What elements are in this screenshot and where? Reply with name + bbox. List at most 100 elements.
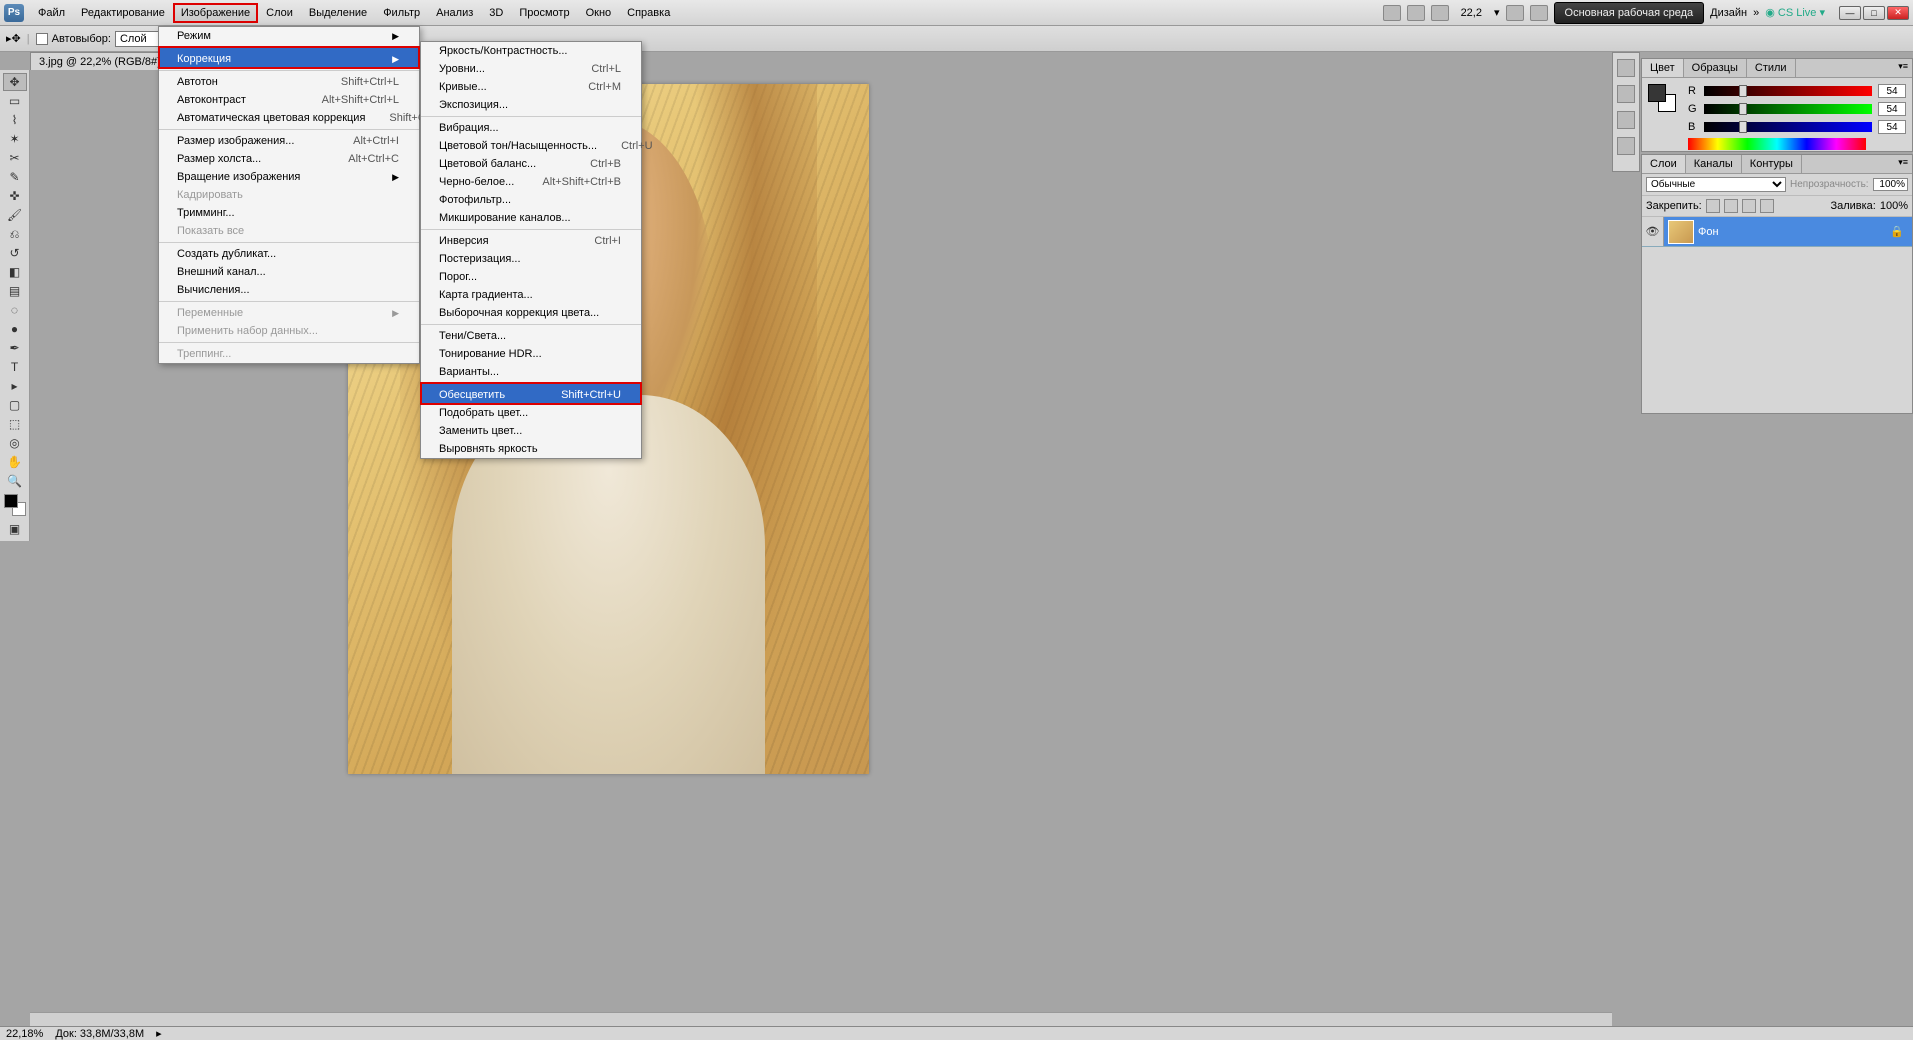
quick-select-tool[interactable]: ✶	[3, 130, 27, 148]
menu-item-подобрать-цвет-[interactable]: Подобрать цвет...	[421, 404, 641, 422]
g-slider[interactable]	[1704, 104, 1872, 114]
workspace-design-button[interactable]: Дизайн	[1710, 7, 1747, 19]
b-slider[interactable]	[1704, 122, 1872, 132]
menu-item-автоконтраст[interactable]: АвтоконтрастAlt+Shift+Ctrl+L	[159, 91, 419, 109]
minimize-icon[interactable]: —	[1839, 6, 1861, 20]
menu-item-постеризация-[interactable]: Постеризация...	[421, 250, 641, 268]
lock-transparent-icon[interactable]	[1706, 199, 1720, 213]
menu-window[interactable]: Окно	[578, 3, 620, 23]
menu-item-тримминг-[interactable]: Тримминг...	[159, 204, 419, 222]
screen-mode-icon[interactable]	[1530, 5, 1548, 21]
menu-item-размер-изображения-[interactable]: Размер изображения...Alt+Ctrl+I	[159, 129, 419, 150]
stamp-tool[interactable]: ⎌	[3, 225, 27, 243]
menu-item-вычисления-[interactable]: Вычисления...	[159, 281, 419, 299]
status-doc-size[interactable]: Док: 33,8M/33,8M	[55, 1028, 144, 1040]
tab-channels[interactable]: Каналы	[1686, 155, 1742, 173]
menu-item-порог-[interactable]: Порог...	[421, 268, 641, 286]
layer-visibility-icon[interactable]: 👁	[1642, 217, 1664, 246]
paragraph-panel-icon[interactable]	[1617, 137, 1635, 155]
panel-menu-icon[interactable]: ▾≡	[1898, 61, 1908, 72]
menu-file[interactable]: Файл	[30, 3, 73, 23]
menu-item-режим[interactable]: Режим▶	[159, 27, 419, 45]
menu-item-инверсия[interactable]: ИнверсияCtrl+I	[421, 229, 641, 250]
layers-panel-menu-icon[interactable]: ▾≡	[1898, 157, 1908, 168]
maximize-icon[interactable]: □	[1863, 6, 1885, 20]
lock-pixels-icon[interactable]	[1724, 199, 1738, 213]
tab-color[interactable]: Цвет	[1642, 59, 1684, 77]
panel-color-swatch[interactable]	[1648, 84, 1676, 112]
b-input[interactable]	[1878, 120, 1906, 134]
layer-thumbnail[interactable]	[1668, 220, 1694, 244]
shape-tool[interactable]: ▢	[3, 396, 27, 414]
spectrum-bar[interactable]	[1688, 138, 1866, 150]
menu-item-цветовой-баланс-[interactable]: Цветовой баланс...Ctrl+B	[421, 155, 641, 173]
workspace-more-icon[interactable]: »	[1753, 7, 1759, 19]
r-slider[interactable]	[1704, 86, 1872, 96]
menu-item-цветовой-тон-насыщенность-[interactable]: Цветовой тон/Насыщенность...Ctrl+U	[421, 137, 641, 155]
tab-swatches[interactable]: Образцы	[1684, 59, 1747, 77]
menu-item-создать-дубликат-[interactable]: Создать дубликат...	[159, 242, 419, 263]
horizontal-scrollbar[interactable]	[30, 1012, 1612, 1026]
3d-tool[interactable]: ⬚	[3, 415, 27, 433]
character-panel-icon[interactable]	[1617, 111, 1635, 129]
hand-tool[interactable]: ✋	[3, 453, 27, 471]
layer-row[interactable]: 👁 Фон 🔒	[1642, 217, 1912, 247]
properties-panel-icon[interactable]	[1617, 85, 1635, 103]
zoom-tool[interactable]: 🔍	[3, 472, 27, 490]
menu-item-кривые-[interactable]: Кривые...Ctrl+M	[421, 78, 641, 96]
menu-item-уровни-[interactable]: Уровни...Ctrl+L	[421, 60, 641, 78]
menu-item-обесцветить[interactable]: ОбесцветитьShift+Ctrl+U	[421, 383, 641, 404]
color-swatches[interactable]	[4, 494, 26, 516]
lasso-tool[interactable]: ⌇	[3, 111, 27, 129]
pen-tool[interactable]: ✒	[3, 339, 27, 357]
menu-select[interactable]: Выделение	[301, 3, 375, 23]
quick-mask-tool[interactable]: ▣	[3, 520, 27, 538]
arrange-icon[interactable]	[1506, 5, 1524, 21]
launch-bridge-icon[interactable]	[1383, 5, 1401, 21]
crop-tool[interactable]: ✂	[3, 149, 27, 167]
menu-item-автоматическая-цветовая-коррекция[interactable]: Автоматическая цветовая коррекцияShift+C…	[159, 109, 419, 127]
lock-position-icon[interactable]	[1742, 199, 1756, 213]
menu-item-вибрация-[interactable]: Вибрация...	[421, 116, 641, 137]
menu-item-коррекция[interactable]: Коррекция▶	[159, 47, 419, 68]
lock-all-icon[interactable]	[1760, 199, 1774, 213]
menu-layers[interactable]: Слои	[258, 3, 301, 23]
menu-3d[interactable]: 3D	[481, 3, 511, 23]
r-input[interactable]	[1878, 84, 1906, 98]
menu-filter[interactable]: Фильтр	[375, 3, 428, 23]
tab-paths[interactable]: Контуры	[1742, 155, 1802, 173]
menu-item-тонирование-hdr-[interactable]: Тонирование HDR...	[421, 345, 641, 363]
layer-name[interactable]: Фон	[1698, 226, 1719, 238]
menu-item-варианты-[interactable]: Варианты...	[421, 363, 641, 381]
menu-item-вращение-изображения[interactable]: Вращение изображения▶	[159, 168, 419, 186]
status-zoom[interactable]: 22,18%	[6, 1028, 43, 1040]
zoom-value[interactable]: 22,2	[1455, 7, 1488, 19]
tab-styles[interactable]: Стили	[1747, 59, 1796, 77]
menu-item-тени-света-[interactable]: Тени/Света...	[421, 324, 641, 345]
view-extras-icon[interactable]	[1431, 5, 1449, 21]
cslive-button[interactable]: ◉ CS Live ▾	[1765, 6, 1825, 19]
eyedropper-tool[interactable]: ✎	[3, 168, 27, 186]
move-tool[interactable]: ✥	[3, 73, 27, 91]
gradient-tool[interactable]: ▤	[3, 282, 27, 300]
menu-edit[interactable]: Редактирование	[73, 3, 173, 23]
text-tool[interactable]: T	[3, 358, 27, 376]
auto-select-checkbox[interactable]	[36, 33, 48, 45]
menu-item-выровнять-яркость[interactable]: Выровнять яркость	[421, 440, 641, 458]
history-brush-tool[interactable]: ↺	[3, 244, 27, 262]
blend-mode-select[interactable]: Обычные	[1646, 177, 1786, 192]
menu-help[interactable]: Справка	[619, 3, 678, 23]
menu-analysis[interactable]: Анализ	[428, 3, 481, 23]
menu-item-фотофильтр-[interactable]: Фотофильтр...	[421, 191, 641, 209]
g-input[interactable]	[1878, 102, 1906, 116]
menu-item-заменить-цвет-[interactable]: Заменить цвет...	[421, 422, 641, 440]
menu-item-черно-белое-[interactable]: Черно-белое...Alt+Shift+Ctrl+B	[421, 173, 641, 191]
blur-tool[interactable]: ◌	[3, 301, 27, 319]
healing-tool[interactable]: ✜	[3, 187, 27, 205]
path-select-tool[interactable]: ▸	[3, 377, 27, 395]
history-panel-icon[interactable]	[1617, 59, 1635, 77]
workspace-main-button[interactable]: Основная рабочая среда	[1554, 2, 1705, 24]
menu-item-экспозиция-[interactable]: Экспозиция...	[421, 96, 641, 114]
marquee-tool[interactable]: ▭	[3, 92, 27, 110]
fill-input[interactable]: 100%	[1880, 200, 1908, 212]
